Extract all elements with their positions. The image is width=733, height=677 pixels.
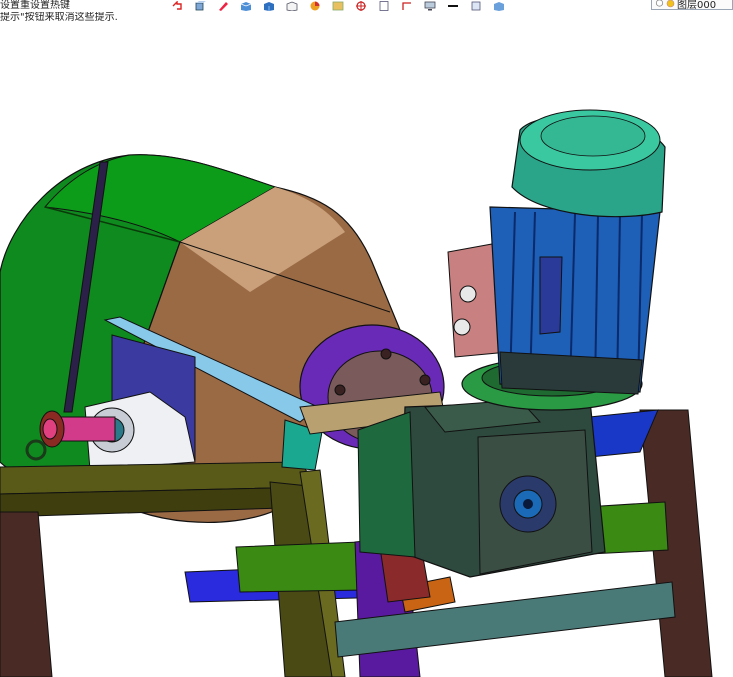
flange-bolt bbox=[380, 348, 392, 360]
section-icon[interactable] bbox=[354, 1, 368, 12]
sphere-cube-icon[interactable] bbox=[492, 1, 506, 12]
frame-left-leg-front bbox=[0, 511, 53, 677]
sketch-icon[interactable] bbox=[400, 1, 414, 12]
green-brace bbox=[235, 541, 366, 593]
box-icon[interactable] bbox=[239, 1, 253, 12]
cad-model-viewport[interactable] bbox=[0, 12, 733, 677]
shaft-end-face bbox=[42, 418, 58, 440]
pencil-icon[interactable] bbox=[216, 1, 230, 12]
cable-gland bbox=[459, 285, 477, 303]
motor-fan-cap-inner bbox=[540, 115, 646, 157]
wire-cube-icon[interactable] bbox=[285, 1, 299, 12]
line-icon[interactable] bbox=[446, 1, 460, 12]
bulb-icon bbox=[655, 0, 664, 7]
gearbox-side-panel bbox=[357, 411, 416, 558]
flange-bolt bbox=[334, 384, 346, 396]
document-icon[interactable] bbox=[377, 1, 391, 12]
sun-icon bbox=[666, 0, 675, 7]
flange-bolt bbox=[419, 374, 431, 386]
monitor-icon[interactable] bbox=[423, 1, 437, 12]
cable-gland bbox=[453, 318, 471, 336]
cube-icon[interactable] bbox=[262, 1, 276, 12]
color-wheel-icon[interactable] bbox=[308, 1, 322, 12]
motor-flange-band bbox=[499, 351, 643, 395]
layer-sheet-icon[interactable] bbox=[469, 1, 483, 12]
layer-label: 图层000 bbox=[677, 0, 717, 11]
render-icon[interactable] bbox=[331, 1, 345, 12]
layer-dropdown[interactable]: 图层000 bbox=[651, 0, 733, 11]
undo-icon[interactable] bbox=[170, 1, 184, 12]
gearbox-output-center bbox=[523, 499, 533, 509]
hint-line-1: 设置重设置热键 bbox=[0, 0, 70, 11]
view-cube-icon[interactable] bbox=[193, 1, 207, 12]
motor-nameplate bbox=[539, 256, 563, 335]
toolbar bbox=[170, 0, 733, 12]
